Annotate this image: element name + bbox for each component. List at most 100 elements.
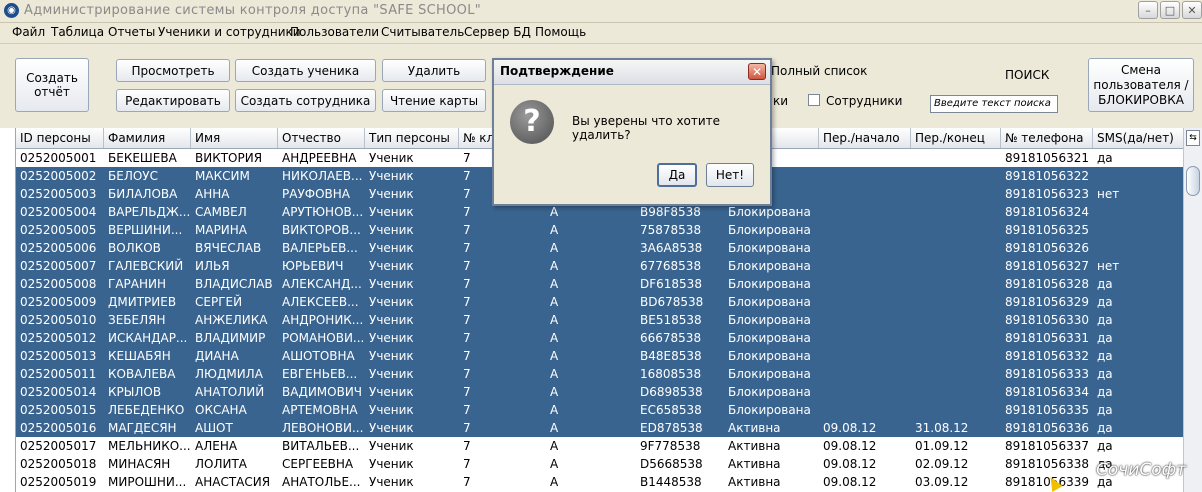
table-row[interactable]: 0252005011 КОВАЛЕВА ЛЮДМИЛА ЕВГЕНЬЕВ... Учен…: [16, 365, 1184, 383]
cell-col-phone: 89181056338: [1005, 457, 1089, 471]
table-row[interactable]: 0252005009 ДМИТРИЕВ СЕРГЕЙ АЛЕКСЕЕВ... Учени…: [16, 293, 1184, 311]
cell-col-class: 7: [463, 403, 471, 417]
cell-col-sms: да: [1097, 385, 1113, 399]
cell-col-surname: ДМИТРИЕВ: [108, 295, 177, 309]
cell-col-class: 7: [463, 295, 471, 309]
cell-col-name: ВИКТОРИЯ: [195, 151, 263, 165]
menu-reports[interactable]: Отчеты: [108, 25, 155, 39]
cell-col-person-type: Ученик: [369, 313, 414, 327]
cell-col-card-status: Блокирована: [728, 223, 811, 237]
menu-file[interactable]: Файл: [12, 25, 45, 39]
table-row[interactable]: 0252005016 МАГДЕСЯН АШОТ ЛЕВОНОВИ... Ученик 7…: [16, 419, 1184, 437]
header-col-person-type[interactable]: Тип персоны: [365, 128, 459, 148]
cell-col-phone: 89181056331: [1005, 331, 1089, 345]
cell-col-card-status: Активна: [728, 457, 781, 471]
cell-col-card-status: Блокирована: [728, 241, 811, 255]
create-student-button[interactable]: Создать ученика: [235, 59, 376, 82]
switch-user-button[interactable]: Смена пользователя /БЛОКИРОВКА: [1088, 58, 1194, 112]
cell-col-person-type: Ученик: [369, 223, 414, 237]
maximize-button[interactable]: □: [1160, 1, 1180, 19]
cell-col-sms: да: [1097, 277, 1113, 291]
menu-help[interactable]: Помощь: [535, 25, 586, 39]
cell-col-period-end: [911, 347, 1001, 365]
cell-col-name: ЛЮДМИЛА: [195, 367, 263, 381]
table-row[interactable]: 0252005006 ВОЛКОВ ВЯЧЕСЛАВ ВАЛЕРЬЕВ... Учени…: [16, 239, 1184, 257]
cell-col-person-type: Ученик: [369, 475, 414, 489]
no-button[interactable]: Нет!: [706, 163, 754, 187]
cell-col-id: 0252005003: [20, 187, 97, 201]
cell-col-period-end: [911, 383, 1001, 401]
cell-col-id: 0252005009: [20, 295, 97, 309]
cell-col-id: 0252005017: [20, 439, 97, 453]
table-row[interactable]: 0252005019 МИРОШНИ... АНАСТАСИЯ АНАТОЛЬЕ...…: [16, 473, 1184, 491]
cell-col-period-start: 09.08.12: [823, 439, 877, 453]
menu-bar: Файл Таблица Отчеты Ученики и сотрудники…: [0, 23, 1202, 44]
cell-col-patronymic: АНДРОНИК...: [282, 313, 364, 327]
cell-col-sms: да: [1097, 331, 1113, 345]
table-row[interactable]: 0252005017 МЕЛЬНИКО... АЛЕНА ВИТАЛЬЕВ... Уче…: [16, 437, 1184, 455]
cell-col-class: 7: [463, 313, 471, 327]
yes-button[interactable]: Да: [657, 163, 697, 187]
cell-col-card-status: Блокирована: [728, 367, 811, 381]
menu-students-employees[interactable]: Ученики и сотрудники: [158, 25, 301, 39]
cell-col-card-status: Активна: [728, 475, 781, 489]
table-row[interactable]: 0252005007 ГАЛЕВСКИЙ ИЛЬЯ ЮРЬЕВИЧ Ученик 7 А 67…: [16, 257, 1184, 275]
cell-col-class: 7: [463, 457, 471, 471]
cell-col-person-type: Ученик: [369, 403, 414, 417]
header-col-id[interactable]: ID персоны: [16, 128, 104, 148]
cell-col-sms: да: [1097, 349, 1113, 363]
header-col-phone[interactable]: № телефона: [1001, 128, 1093, 148]
delete-button[interactable]: Удалить: [382, 59, 486, 82]
cell-col-period-start: [819, 401, 911, 419]
cell-col-surname: ЛЕБЕДЕНКО: [108, 403, 185, 417]
cell-col-surname: БЕЛОУС: [108, 169, 158, 183]
table-row[interactable]: 0252005014 КРЫЛОВ АНАТОЛИЙ ВАДИМОВИЧ Ученик 7…: [16, 383, 1184, 401]
minimize-button[interactable]: –: [1138, 1, 1158, 19]
table-row[interactable]: 0252005013 КЕШАБЯН ДИАНА АШОТОВНА Ученик 7 А B4…: [16, 347, 1184, 365]
cell-col-name: АНЖЕЛИКА: [195, 313, 268, 327]
cell-col-surname: ВАРЕЛЬДЖ...: [108, 205, 191, 219]
table-row[interactable]: 0252005008 ГАРАНИН ВЛАДИСЛАВ АЛЕКСАНД... Уче…: [16, 275, 1184, 293]
cell-col-period-end: [911, 275, 1001, 293]
cell-col-surname: МИНАСЯН: [108, 457, 171, 471]
table-row[interactable]: 0252005012 ИСКАНДАР... ВЛАДИМИР РОМАНОВИ...…: [16, 329, 1184, 347]
cell-col-period-start: [819, 149, 911, 167]
create-report-button[interactable]: Создать отчёт: [15, 58, 89, 112]
menu-table[interactable]: Таблица: [51, 25, 104, 39]
table-row[interactable]: 0252005018 МИНАСЯН ЛОЛИТА СЕРГЕЕВНА Ученик 7 А…: [16, 455, 1184, 473]
dialog-close-icon[interactable]: ✕: [748, 63, 766, 80]
cell-col-phone: 89181056334: [1005, 385, 1089, 399]
header-col-patronymic[interactable]: Отчество: [278, 128, 365, 148]
header-col-period-start[interactable]: Пер./начало: [819, 128, 911, 148]
menu-db-server[interactable]: Сервер БД: [464, 25, 531, 39]
confirm-dialog: Подтверждение ✕ ? Вы уверены что хотите …: [492, 58, 772, 206]
cell-col-patronymic: ВИКТОРОВ...: [282, 223, 361, 237]
header-col-period-end[interactable]: Пер./конец: [911, 128, 1001, 148]
view-button[interactable]: Просмотреть: [116, 59, 230, 82]
table-row[interactable]: 0252005015 ЛЕБЕДЕНКО ОКСАНА АРТЕМОВНА Ученик…: [16, 401, 1184, 419]
cell-col-period-end: [911, 257, 1001, 275]
edit-button[interactable]: Редактировать: [116, 89, 230, 112]
create-employee-button[interactable]: Создать сотрудника: [235, 89, 376, 112]
column-chooser-icon[interactable]: ⇆: [1186, 130, 1200, 146]
scrollbar-thumb[interactable]: [1186, 166, 1200, 196]
menu-users[interactable]: Пользователи: [290, 25, 379, 39]
menu-reader[interactable]: Считыватель: [381, 25, 464, 39]
table-row[interactable]: 0252005005 ВЕРШИНИ... МАРИНА ВИКТОРОВ... Уче…: [16, 221, 1184, 239]
cell-col-phone: 89181056329: [1005, 295, 1089, 309]
search-input[interactable]: Введите текст поиска: [930, 95, 1058, 113]
cell-col-letter: А: [550, 349, 559, 363]
header-col-surname[interactable]: Фамилия: [104, 128, 191, 148]
vertical-scrollbar[interactable]: ⇆: [1183, 128, 1202, 492]
cell-col-period-end: 02.09.12: [915, 457, 969, 471]
header-col-sms[interactable]: SMS(да/нет): [1093, 128, 1184, 148]
table-row[interactable]: 0252005010 ЗЕБЕЛЯН АНЖЕЛИКА АНДРОНИК... Учен…: [16, 311, 1184, 329]
header-col-name[interactable]: Имя: [191, 128, 278, 148]
cell-col-period-start: 09.08.12: [823, 457, 877, 471]
close-window-button[interactable]: ✕: [1182, 1, 1202, 19]
cell-col-period-end: [911, 203, 1001, 221]
cell-col-class: 7: [463, 385, 471, 399]
read-card-button[interactable]: Чтение карты: [382, 89, 486, 112]
employees-checkbox[interactable]: [808, 94, 820, 106]
cell-col-id: 0252005014: [20, 385, 97, 399]
